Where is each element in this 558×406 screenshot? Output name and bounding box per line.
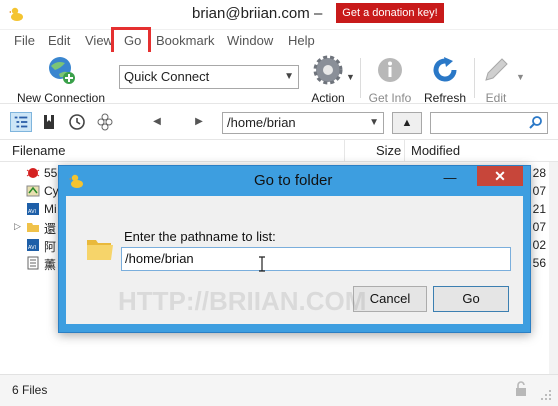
navigation-bar: ◀ ▶ /home/brian ▼ ▲: [0, 104, 558, 140]
file-name: 55: [44, 166, 58, 180]
toolbar-separator: [360, 58, 361, 98]
chevron-down-icon: ▼: [284, 71, 294, 82]
dialog-title: Go to folder: [254, 172, 333, 189]
pathname-input[interactable]: /home/brian: [121, 247, 511, 271]
globe-plus-icon: [49, 57, 75, 84]
dialog-title-bar[interactable]: Go to folder — ✕: [59, 166, 530, 196]
search-input[interactable]: [430, 112, 548, 134]
pencil-icon: [485, 58, 508, 81]
path-select[interactable]: /home/brian ▼: [222, 112, 384, 134]
edit-button[interactable]: Edit: [478, 54, 514, 105]
duck-app-icon: [9, 7, 23, 21]
red-bug-icon: [26, 168, 40, 178]
status-text: 6 Files: [12, 383, 48, 397]
svg-text:AVI: AVI: [28, 245, 36, 251]
refresh-button[interactable]: Refresh: [420, 54, 470, 105]
get-info-button[interactable]: Get Info: [366, 54, 414, 105]
document-file-icon: [27, 256, 39, 270]
history-clock-icon[interactable]: [66, 112, 88, 132]
minimize-button[interactable]: —: [437, 168, 463, 188]
resize-grip-icon[interactable]: [540, 389, 552, 401]
file-modified: 02: [532, 238, 546, 252]
video-file-icon: AVI: [27, 239, 39, 251]
quick-connect-value: Quick Connect: [124, 69, 210, 84]
menu-window[interactable]: Window: [227, 33, 273, 48]
folder-icon: [87, 240, 113, 260]
file-modified: 28: [532, 166, 546, 180]
unlocked-icon: [516, 381, 526, 396]
column-divider[interactable]: [404, 140, 405, 162]
column-size[interactable]: Size: [376, 143, 401, 158]
go-button[interactable]: Go: [433, 286, 509, 312]
menu-file[interactable]: File: [14, 33, 35, 48]
action-label: Action: [311, 91, 345, 105]
status-bar: 6 Files: [0, 374, 558, 406]
get-info-label: Get Info: [368, 91, 412, 105]
title-bar: brian@briian.com – Get a donation key!: [0, 0, 558, 30]
dialog-body: Enter the pathname to list: /home/brian …: [66, 196, 523, 324]
outline-view-icon[interactable]: [10, 112, 32, 132]
file-name: Mi: [44, 202, 57, 216]
go-menu-highlight-box: [111, 27, 151, 55]
path-value: /home/brian: [227, 115, 296, 130]
file-modified: 56: [532, 256, 546, 270]
column-divider[interactable]: [344, 140, 345, 162]
edit-label: Edit: [485, 91, 507, 105]
cancel-button[interactable]: Cancel: [353, 286, 427, 312]
text-cursor-icon: [259, 256, 265, 272]
file-name: 阿: [44, 240, 57, 254]
donation-key-button[interactable]: Get a donation key!: [336, 3, 444, 23]
window-title: brian@briian.com –: [192, 5, 323, 22]
svg-text:AVI: AVI: [28, 209, 36, 215]
column-modified[interactable]: Modified: [411, 143, 460, 158]
file-modified: 21: [532, 202, 546, 216]
toolbar: New Connection Quick Connect ▼ Action ▼ …: [0, 52, 558, 105]
file-name: 還: [44, 222, 57, 236]
forward-arrow-icon[interactable]: ▶: [188, 112, 210, 132]
menu-help[interactable]: Help: [288, 33, 315, 48]
refresh-label: Refresh: [423, 91, 467, 105]
video-file-icon: AVI: [27, 203, 39, 215]
toolbar-separator: [474, 58, 475, 98]
info-icon: [378, 58, 402, 82]
menu-view[interactable]: View: [85, 33, 113, 48]
gear-icon: [313, 55, 343, 85]
file-modified: 07: [532, 184, 546, 198]
pathname-label: Enter the pathname to list:: [124, 229, 276, 244]
file-name: Cy: [44, 184, 59, 198]
menu-bar: File Edit View Go Bookmark Window Help: [0, 30, 558, 52]
edit-dropdown-icon[interactable]: ▼: [516, 72, 525, 82]
installer-icon: [26, 185, 40, 197]
file-name: 薰: [44, 258, 57, 272]
bonjour-icon[interactable]: [94, 112, 116, 132]
bookmarks-icon[interactable]: [38, 112, 60, 132]
duck-app-icon: [69, 174, 83, 188]
search-icon: [529, 116, 542, 129]
new-connection-button[interactable]: New Connection: [12, 54, 110, 105]
refresh-icon: [433, 57, 457, 82]
file-list-header: Filename Size Modified: [0, 140, 558, 162]
close-icon: ✕: [494, 168, 506, 184]
expand-arrow-icon[interactable]: ▷: [14, 221, 21, 232]
menu-bookmark[interactable]: Bookmark: [156, 33, 215, 48]
quick-connect-select[interactable]: Quick Connect ▼: [119, 65, 299, 89]
file-modified: 07: [532, 220, 546, 234]
go-to-folder-dialog: Go to folder — ✕ Enter the pathname to l…: [58, 165, 531, 333]
new-connection-label: New Connection: [16, 91, 106, 105]
chevron-down-icon: ▼: [369, 117, 379, 128]
menu-edit[interactable]: Edit: [48, 33, 70, 48]
vertical-scrollbar[interactable]: [549, 162, 558, 374]
action-dropdown-icon[interactable]: ▼: [346, 72, 355, 82]
folder-icon: [27, 223, 39, 232]
parent-directory-button[interactable]: ▲: [392, 112, 422, 134]
column-filename[interactable]: Filename: [12, 143, 65, 158]
close-button[interactable]: ✕: [477, 166, 523, 186]
back-arrow-icon[interactable]: ◀: [146, 112, 168, 132]
up-arrow-icon: ▲: [401, 117, 413, 129]
